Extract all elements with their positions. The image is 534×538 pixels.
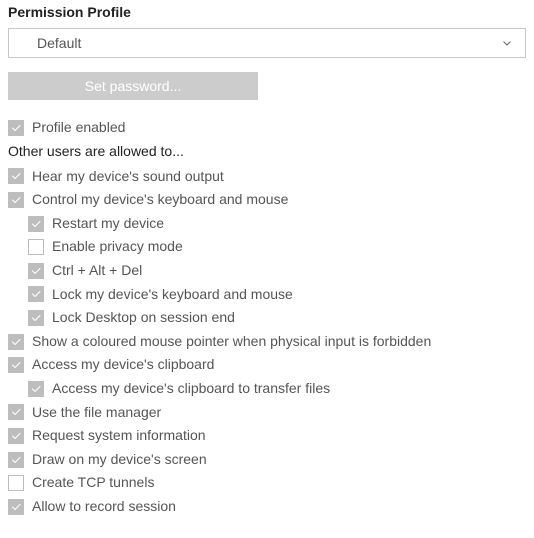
label-system-info: Request system information — [32, 426, 206, 446]
row-tcp-tunnels: Create TCP tunnels — [8, 471, 526, 495]
row-system-info: Request system information — [8, 424, 526, 448]
row-file-manager: Use the file manager — [8, 401, 526, 425]
row-clipboard: Access my device's clipboard — [8, 353, 526, 377]
label-lock-desktop: Lock Desktop on session end — [52, 308, 235, 328]
label-lock-kbm: Lock my device's keyboard and mouse — [52, 285, 293, 305]
label-coloured-pointer: Show a coloured mouse pointer when physi… — [32, 332, 431, 352]
label-control-kbm: Control my device's keyboard and mouse — [32, 190, 288, 210]
checkbox-control-kbm[interactable] — [8, 192, 24, 208]
profile-selected-value: Default — [37, 35, 81, 51]
row-profile-enabled: Profile enabled — [8, 116, 526, 140]
row-hear-sound: Hear my device's sound output — [8, 165, 526, 189]
label-file-manager: Use the file manager — [32, 403, 161, 423]
label-privacy: Enable privacy mode — [52, 237, 183, 257]
checkbox-clipboard-files[interactable] — [28, 381, 44, 397]
label-restart: Restart my device — [52, 214, 164, 234]
row-draw-screen: Draw on my device's screen — [8, 448, 526, 472]
label-ctrl-alt-del: Ctrl + Alt + Del — [52, 261, 142, 281]
chevron-down-icon — [501, 37, 513, 49]
checkbox-record-session[interactable] — [8, 499, 24, 515]
row-control-kbm: Control my device's keyboard and mouse — [8, 188, 526, 212]
checkbox-privacy[interactable] — [28, 239, 44, 255]
checkbox-coloured-pointer[interactable] — [8, 334, 24, 350]
row-restart: Restart my device — [8, 212, 526, 236]
label-draw-screen: Draw on my device's screen — [32, 450, 207, 470]
row-coloured-pointer: Show a coloured mouse pointer when physi… — [8, 330, 526, 354]
checkbox-tcp-tunnels[interactable] — [8, 475, 24, 491]
row-lock-kbm: Lock my device's keyboard and mouse — [8, 283, 526, 307]
checkbox-lock-desktop[interactable] — [28, 310, 44, 326]
checkbox-clipboard[interactable] — [8, 357, 24, 373]
label-record-session: Allow to record session — [32, 497, 176, 517]
checkbox-hear-sound[interactable] — [8, 168, 24, 184]
row-lock-desktop: Lock Desktop on session end — [8, 306, 526, 330]
row-ctrl-alt-del: Ctrl + Alt + Del — [8, 259, 526, 283]
subheading: Other users are allowed to... — [8, 140, 526, 165]
checkbox-system-info[interactable] — [8, 428, 24, 444]
checkbox-profile-enabled[interactable] — [8, 120, 24, 136]
label-hear-sound: Hear my device's sound output — [32, 167, 224, 187]
label-tcp-tunnels: Create TCP tunnels — [32, 473, 154, 493]
set-password-button[interactable]: Set password... — [8, 72, 258, 100]
label-clipboard: Access my device's clipboard — [32, 355, 214, 375]
profile-select[interactable]: Default — [8, 28, 526, 58]
label-profile-enabled: Profile enabled — [32, 118, 125, 138]
checkbox-restart[interactable] — [28, 216, 44, 232]
row-privacy: Enable privacy mode — [8, 235, 526, 259]
checkbox-ctrl-alt-del[interactable] — [28, 263, 44, 279]
checkbox-lock-kbm[interactable] — [28, 286, 44, 302]
checkbox-file-manager[interactable] — [8, 404, 24, 420]
row-record-session: Allow to record session — [8, 495, 526, 519]
row-clipboard-files: Access my device's clipboard to transfer… — [8, 377, 526, 401]
checkbox-draw-screen[interactable] — [8, 452, 24, 468]
section-heading: Permission Profile — [8, 4, 526, 20]
label-clipboard-files: Access my device's clipboard to transfer… — [52, 379, 330, 399]
